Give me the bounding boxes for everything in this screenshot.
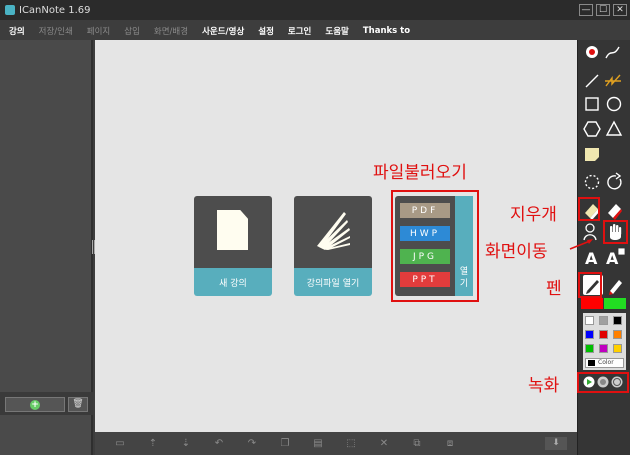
rectangle-tool-icon[interactable] [585, 97, 599, 111]
scroll-down-button[interactable]: ⬇ [545, 437, 567, 450]
swatch-gray[interactable] [599, 316, 608, 325]
delete-icon[interactable]: ✕ [376, 438, 392, 450]
ellipse-tool-icon[interactable] [606, 96, 622, 112]
fit-screen-icon[interactable]: ▭ [112, 438, 128, 450]
menu-screen-background[interactable]: 화면/배경 [154, 25, 188, 37]
triangle-tool-icon[interactable] [605, 120, 623, 136]
pan-arrow-icon [569, 239, 593, 250]
swatch-black[interactable] [613, 316, 622, 325]
menu-save-print[interactable]: 저장/인쇄 [39, 25, 73, 37]
custom-color-button[interactable]: Color [585, 358, 624, 368]
document-fan-icon [317, 212, 350, 250]
lasso-select-tool-icon[interactable] [584, 174, 600, 190]
select-icon[interactable]: ⬚ [343, 438, 359, 450]
new-lecture-label: 새 강의 [194, 268, 272, 296]
swatch-white[interactable] [585, 316, 594, 325]
title-bar: ICanNote 1.69 — ☐ ✕ [0, 0, 630, 20]
redo-icon[interactable]: ↷ [244, 438, 260, 450]
swatch-red[interactable] [599, 330, 608, 339]
new-lecture-card[interactable]: 새 강의 [194, 196, 272, 296]
add-page-button[interactable]: + [5, 397, 65, 412]
area-eraser-tool[interactable] [608, 204, 622, 220]
close-button[interactable]: ✕ [613, 4, 627, 16]
highlighter-color-selector[interactable] [604, 298, 626, 309]
text-box-tool-icon[interactable]: A [606, 249, 619, 268]
menu-sound-video[interactable]: 사운드/영상 [202, 25, 244, 37]
minimize-button[interactable]: — [579, 4, 593, 16]
annotation-record: 녹화 [528, 376, 560, 396]
hexagon-tool-icon[interactable] [583, 121, 601, 137]
open-lecture-file-label: 강의파일 열기 [294, 268, 372, 296]
polyline-tool-icon[interactable] [605, 74, 621, 87]
menu-lecture[interactable]: 강의 [9, 25, 25, 37]
swatch-yellow[interactable] [613, 344, 622, 353]
annotation-import-file: 파일불러오기 [373, 163, 467, 183]
open-lecture-file-card-top [294, 196, 372, 268]
app-window: ICanNote 1.69 — ☐ ✕ 강의 저장/인쇄 페이지 삽입 화면/배… [0, 0, 630, 455]
delete-page-button[interactable]: 🗑 [68, 397, 88, 412]
window-title: ICanNote 1.69 [19, 4, 91, 16]
copy-icon[interactable]: ❐ [277, 438, 293, 450]
move-down-icon[interactable]: ⇣ [178, 438, 194, 450]
color-palette: Color [583, 313, 626, 370]
annotation-pen: 펜 [546, 279, 562, 299]
menu-page[interactable]: 페이지 [87, 25, 110, 37]
annotation-pan-screen: 화면이동 [485, 242, 548, 262]
move-up-icon[interactable]: ⇡ [145, 438, 161, 450]
pan-highlight-box [603, 220, 628, 244]
swatch-green[interactable] [585, 344, 594, 353]
curve-tool-icon[interactable] [605, 46, 620, 59]
paste-icon[interactable]: ▤ [310, 438, 326, 450]
bottom-toolbar: ▭ ⇡ ⇣ ↶ ↷ ❐ ▤ ⬚ ✕ ⧉ ⧈ ⬇ [95, 432, 577, 455]
menu-settings[interactable]: 설정 [258, 25, 274, 37]
menu-insert[interactable]: 삽입 [124, 25, 140, 37]
app-logo-icon [5, 5, 15, 15]
blank-document-icon [217, 210, 248, 250]
new-lecture-card-top [194, 196, 272, 268]
swatch-orange[interactable] [613, 330, 622, 339]
import-highlight-box [391, 190, 479, 302]
add-icon: + [30, 399, 40, 410]
menu-bar: 강의 저장/인쇄 페이지 삽입 화면/배경 사운드/영상 설정 로그인 도움말 … [0, 22, 630, 40]
menu-thanks-to[interactable]: Thanks to [363, 26, 410, 36]
record-highlight-box [577, 372, 629, 393]
swatch-purple[interactable] [599, 344, 608, 353]
pen-color-selector[interactable] [581, 298, 603, 309]
swatch-blue[interactable] [585, 330, 594, 339]
annotation-eraser: 지우개 [510, 205, 557, 225]
open-lecture-file-card[interactable]: 강의파일 열기 [294, 196, 372, 296]
rotate-tool-icon[interactable] [607, 172, 622, 190]
record-dot-tool[interactable] [586, 46, 598, 58]
sticky-note-tool-icon[interactable] [585, 148, 599, 161]
menu-login[interactable]: 로그인 [288, 25, 311, 37]
line-tool-icon[interactable] [585, 74, 599, 88]
highlighter-tool[interactable] [609, 280, 622, 295]
maximize-button[interactable]: ☐ [596, 4, 610, 16]
eraser-highlight-box [578, 197, 600, 221]
ungroup-icon[interactable]: ⧈ [442, 438, 458, 450]
pen-highlight-box [578, 272, 602, 298]
menu-help[interactable]: 도움말 [325, 25, 348, 37]
undo-icon[interactable]: ↶ [211, 438, 227, 450]
group-icon[interactable]: ⧉ [409, 438, 425, 450]
